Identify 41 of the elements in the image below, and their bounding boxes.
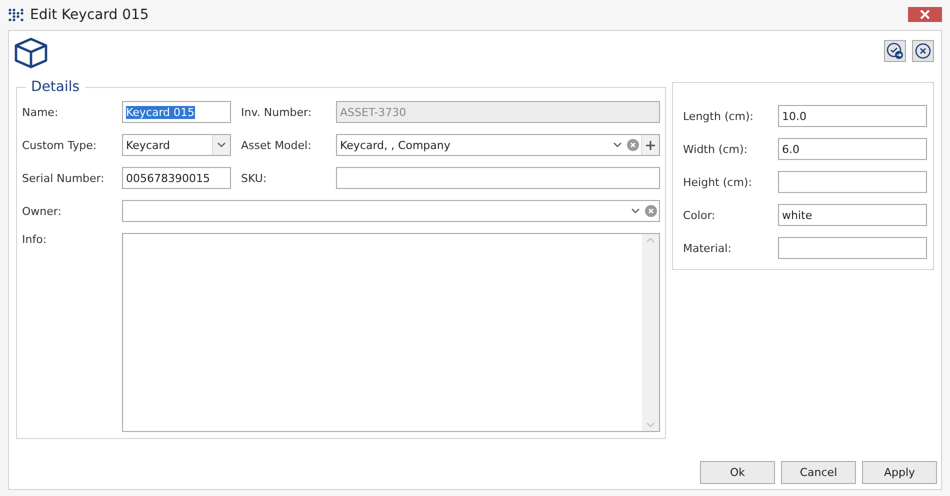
dialog-button[interactable]: Ok	[700, 461, 775, 484]
field-label: Color:	[683, 208, 716, 222]
dimension-field[interactable]	[778, 171, 927, 193]
window-title: Edit Keycard 015	[30, 7, 150, 23]
group-title: Details	[30, 79, 81, 95]
field-label: SKU:	[241, 172, 268, 184]
field-label: Info:	[22, 233, 48, 246]
dialog-button[interactable]: Apply	[862, 461, 937, 484]
cube-icon	[14, 37, 48, 69]
field-label: Width (cm):	[683, 142, 749, 156]
field-label: Name:	[22, 106, 60, 118]
sku-field[interactable]	[336, 167, 660, 189]
field-label: Material:	[683, 242, 732, 254]
asset-model-dropdown[interactable]: Keycard, , Company	[336, 134, 660, 156]
clear-icon[interactable]	[645, 205, 657, 217]
field-label: Inv. Number:	[241, 106, 313, 118]
field-label: Serial Number:	[22, 172, 106, 184]
field-label: Custom Type:	[22, 138, 98, 152]
scroll-up-icon[interactable]	[646, 237, 655, 243]
field-label: Length (cm):	[683, 110, 754, 122]
close-button[interactable]	[912, 40, 934, 62]
field-label: Height (cm):	[683, 176, 753, 188]
save-button[interactable]	[884, 40, 906, 62]
dimension-field[interactable]: white	[778, 204, 927, 226]
close-icon	[920, 10, 930, 19]
add-icon[interactable]	[646, 140, 655, 150]
dimension-field[interactable]: 10.0	[778, 105, 927, 127]
name-field[interactable]: Keycard 015	[122, 101, 231, 123]
scroll-down-icon[interactable]	[646, 422, 655, 428]
clear-icon[interactable]	[627, 139, 639, 151]
close-button[interactable]	[908, 7, 942, 22]
custom-type-dropdown[interactable]: Keycard	[122, 134, 231, 156]
dimension-field[interactable]	[778, 237, 927, 259]
scrollbar[interactable]	[642, 234, 659, 431]
field-label: Asset Model:	[241, 138, 312, 152]
serial-number-field[interactable]: 005678390015	[122, 167, 231, 189]
info-field[interactable]	[122, 233, 660, 432]
dialog-button[interactable]: Cancel	[781, 461, 856, 484]
app-logo-icon	[8, 8, 24, 22]
dimension-field[interactable]: 6.0	[778, 138, 927, 160]
field-label: Owner:	[22, 204, 62, 218]
